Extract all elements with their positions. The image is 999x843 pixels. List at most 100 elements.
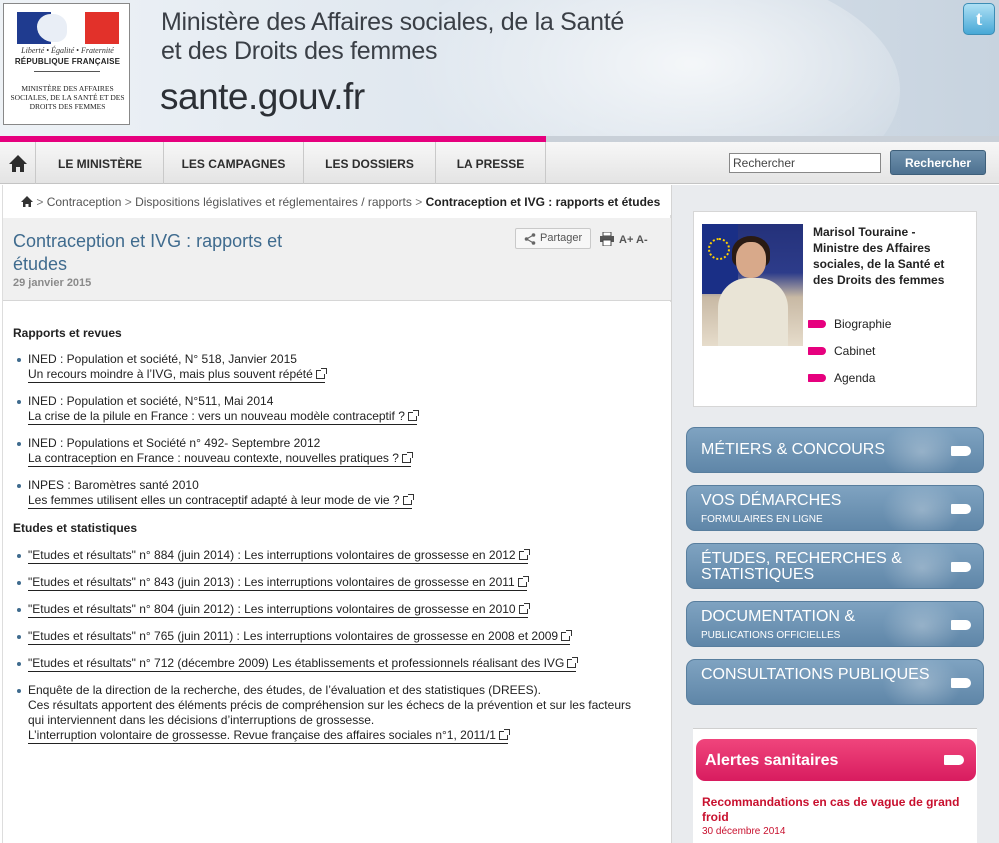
page-title-line2: études bbox=[13, 254, 68, 274]
study-link[interactable]: "Etudes et résultats" n° 843 (juin 2013)… bbox=[28, 575, 529, 591]
title-area: Contraception et IVG : rapports et étude… bbox=[3, 218, 672, 301]
external-link-icon bbox=[561, 630, 573, 641]
list-item: INPES : Baromètres santé 2010 Les femmes… bbox=[17, 478, 658, 509]
drees-text: Ces résultats apportent des éléments pré… bbox=[28, 698, 631, 712]
arrow-icon bbox=[951, 504, 971, 514]
arrow-tag-icon bbox=[808, 320, 826, 328]
report-link[interactable]: Les femmes utilisent elles un contracept… bbox=[28, 493, 414, 509]
page-date: 29 janvier 2015 bbox=[13, 277, 92, 289]
twitter-icon[interactable]: t bbox=[963, 3, 995, 35]
report-source: INED : Population et société, N° 518, Ja… bbox=[28, 352, 297, 366]
external-link-icon bbox=[407, 410, 419, 421]
arrow-icon bbox=[951, 678, 971, 688]
nav-item-ministere[interactable]: LE MINISTÈRE bbox=[37, 142, 164, 184]
drees-text: Enquête de la direction de la recherche,… bbox=[28, 683, 541, 697]
external-link-icon bbox=[567, 657, 579, 668]
drees-text: qui interviennent dans les décisions d’i… bbox=[28, 713, 375, 727]
external-link-icon bbox=[401, 452, 413, 463]
ministry-title: Ministère des Affaires sociales, de la S… bbox=[161, 8, 681, 66]
logo-ministry: MINISTÈRE DES AFFAIRES SOCIALES, DE LA S… bbox=[10, 84, 125, 111]
alerts-title: Alertes sanitaires bbox=[705, 752, 839, 769]
study-link[interactable]: "Etudes et résultats" n° 884 (juin 2014)… bbox=[28, 548, 530, 564]
report-link[interactable]: La contraception en France : nouveau con… bbox=[28, 451, 413, 467]
alerts-header[interactable]: Alertes sanitaires bbox=[696, 739, 976, 781]
minister-link-cabinet[interactable]: Cabinet bbox=[808, 344, 875, 358]
arrow-tag-icon bbox=[808, 347, 826, 355]
marianne-emblem bbox=[17, 12, 119, 44]
main-content: > Contraception > Dispositions législati… bbox=[2, 185, 672, 843]
ministry-title-line2: et des Droits des femmes bbox=[161, 37, 438, 65]
page-title: Contraception et IVG : rapports et étude… bbox=[13, 230, 313, 276]
section-heading: Rapports et revues bbox=[13, 326, 122, 340]
list-item: "Etudes et résultats" n° 765 (juin 2011)… bbox=[17, 629, 658, 645]
breadcrumb-item[interactable]: Dispositions législatives et réglementai… bbox=[135, 195, 412, 209]
home-icon bbox=[9, 155, 27, 172]
nav-item-dossiers[interactable]: LES DOSSIERS bbox=[304, 142, 436, 184]
block-consultations[interactable]: CONSULTATIONS PUBLIQUES bbox=[686, 659, 984, 705]
home-button[interactable] bbox=[0, 142, 36, 184]
breadcrumb-item[interactable]: Contraception bbox=[47, 195, 122, 209]
nav-item-presse[interactable]: LA PRESSE bbox=[436, 142, 546, 184]
site-header: Liberté • Égalité • Fraternité RÉPUBLIQU… bbox=[0, 0, 999, 136]
list-item: INED : Population et société, N° 518, Ja… bbox=[17, 352, 658, 383]
external-link-icon bbox=[498, 729, 510, 740]
block-documentation[interactable]: DOCUMENTATION & PUBLICATIONS OFFICIELLES bbox=[686, 601, 984, 647]
search-button[interactable]: Rechercher bbox=[890, 150, 986, 175]
font-size-tools[interactable]: A+ A- bbox=[619, 234, 648, 246]
alerts-panel: Alertes sanitaires Recommandations en ca… bbox=[693, 728, 977, 843]
external-link-icon bbox=[517, 576, 529, 587]
arrow-tag-icon bbox=[808, 374, 826, 382]
logo-republic: RÉPUBLIQUE FRANÇAISE bbox=[14, 57, 121, 66]
ministry-title-line1: Ministère des Affaires sociales, de la S… bbox=[161, 8, 624, 36]
drees-link[interactable]: L’interruption volontaire de grossesse. … bbox=[28, 728, 510, 744]
external-link-icon bbox=[315, 368, 327, 379]
arrow-icon bbox=[944, 755, 964, 765]
minister-link-agenda[interactable]: Agenda bbox=[808, 371, 875, 385]
alert-item-title[interactable]: Recommandations en cas de vague de grand… bbox=[702, 795, 972, 825]
sidebar: Marisol Touraine - Ministre des Affaires… bbox=[671, 185, 999, 843]
block-etudes-recherches[interactable]: ÉTUDES, RECHERCHES & STATISTIQUES bbox=[686, 543, 984, 589]
nav-item-campagnes[interactable]: LES CAMPAGNES bbox=[164, 142, 304, 184]
breadcrumb-current: Contraception et IVG : rapports et étude… bbox=[425, 194, 661, 209]
report-source: INED : Population et société, N°511, Mai… bbox=[28, 394, 274, 408]
study-link[interactable]: "Etudes et résultats" n° 765 (juin 2011)… bbox=[28, 629, 573, 645]
list-item: "Etudes et résultats" n° 712 (décembre 2… bbox=[17, 656, 658, 672]
report-source: INED : Populations et Société n° 492- Se… bbox=[28, 436, 321, 450]
home-icon[interactable] bbox=[21, 196, 33, 208]
share-icon bbox=[524, 233, 536, 245]
list-item: "Etudes et résultats" n° 884 (juin 2014)… bbox=[17, 548, 658, 564]
list-item: INED : Population et société, N°511, Mai… bbox=[17, 394, 658, 425]
minister-photo[interactable] bbox=[702, 224, 803, 346]
external-link-icon bbox=[518, 549, 530, 560]
share-button[interactable]: Partager bbox=[515, 228, 591, 249]
study-link[interactable]: "Etudes et résultats" n° 804 (juin 2012)… bbox=[28, 602, 530, 618]
share-label: Partager bbox=[540, 232, 583, 244]
arrow-icon bbox=[951, 620, 971, 630]
arrow-icon bbox=[951, 446, 971, 456]
report-source: INPES : Baromètres santé 2010 bbox=[28, 478, 199, 492]
block-metiers-concours[interactable]: MÉTIERS & CONCOURS bbox=[686, 427, 984, 473]
list-item: "Etudes et résultats" n° 804 (juin 2012)… bbox=[17, 602, 658, 618]
article-body: Rapports et revues INED : Population et … bbox=[3, 302, 672, 843]
minister-name: Marisol Touraine - Ministre des Affaires… bbox=[813, 225, 945, 287]
arrow-icon bbox=[951, 562, 971, 572]
print-icon[interactable] bbox=[600, 232, 614, 246]
study-link[interactable]: "Etudes et résultats" n° 712 (décembre 2… bbox=[28, 656, 579, 672]
search-input[interactable] bbox=[729, 153, 881, 173]
list-item: INED : Populations et Société n° 492- Se… bbox=[17, 436, 658, 467]
page-title-line1: Contraception et IVG : rapports et bbox=[13, 231, 283, 251]
report-link[interactable]: Un recours moindre à l’IVG, mais plus so… bbox=[28, 367, 327, 383]
logo-divider bbox=[34, 71, 100, 72]
minister-card: Marisol Touraine - Ministre des Affaires… bbox=[693, 211, 977, 407]
republic-logo[interactable]: Liberté • Égalité • Fraternité RÉPUBLIQU… bbox=[3, 3, 130, 125]
site-name[interactable]: sante.gouv.fr bbox=[160, 76, 365, 118]
block-vos-demarches[interactable]: VOS DÉMARCHES FORMULAIRES EN LIGNE bbox=[686, 485, 984, 531]
section-heading: Etudes et statistiques bbox=[13, 521, 138, 535]
external-link-icon bbox=[402, 494, 414, 505]
report-link[interactable]: La crise de la pilule en France : vers u… bbox=[28, 409, 419, 425]
breadcrumb: > Contraception > Dispositions législati… bbox=[3, 185, 672, 215]
minister-link-biographie[interactable]: Biographie bbox=[808, 317, 891, 331]
list-item: "Etudes et résultats" n° 843 (juin 2013)… bbox=[17, 575, 658, 591]
main-nav: LE MINISTÈRE LES CAMPAGNES LES DOSSIERS … bbox=[0, 142, 999, 184]
alert-item-date: 30 décembre 2014 bbox=[702, 826, 786, 837]
